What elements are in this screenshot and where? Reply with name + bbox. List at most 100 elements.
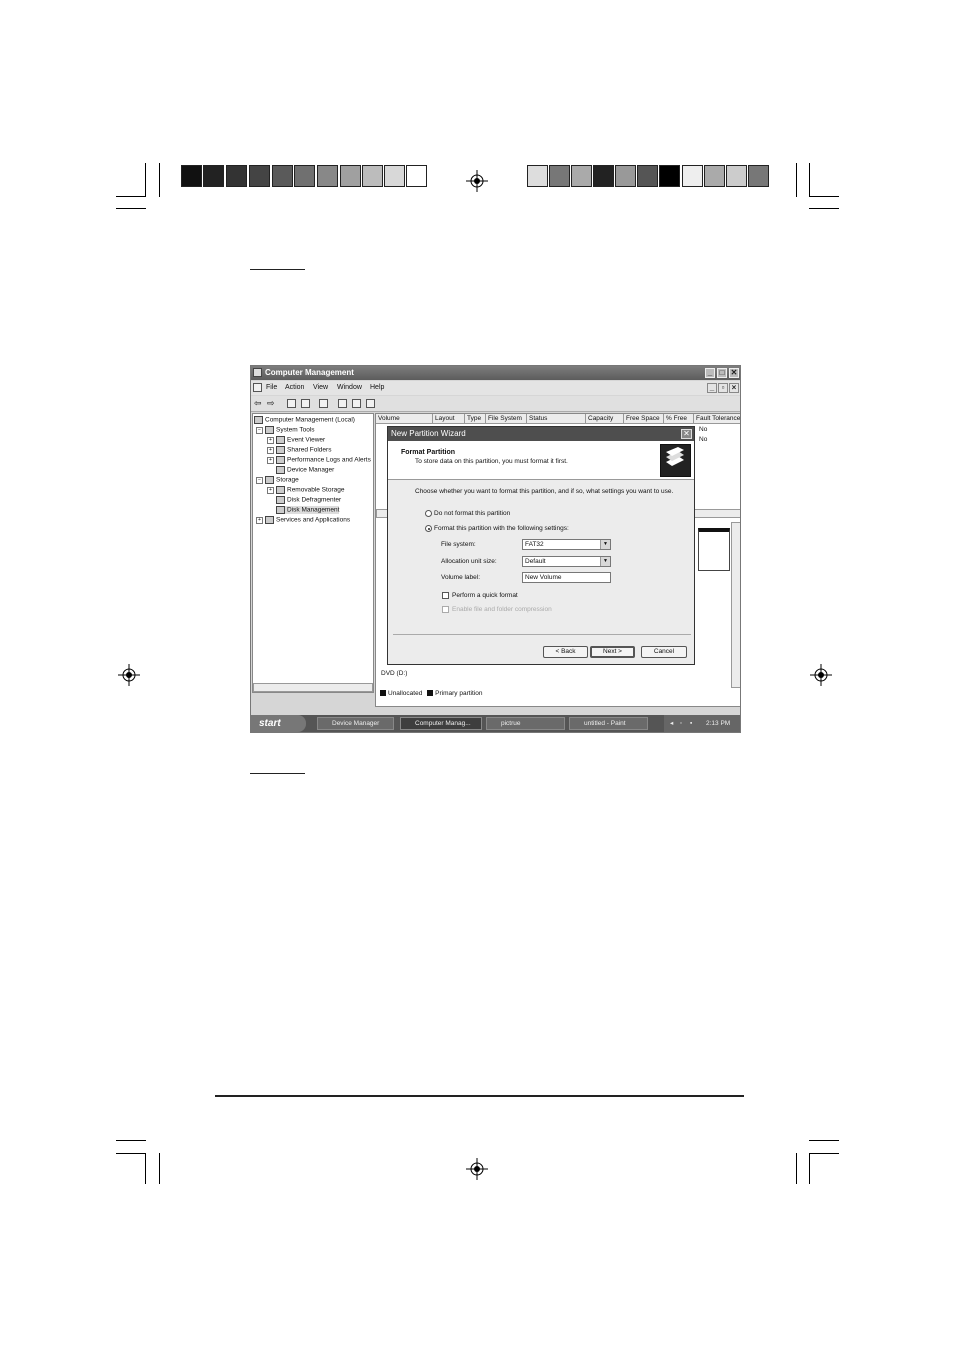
allocation-unit-select[interactable]: Default ▼ — [522, 556, 611, 567]
menu-file[interactable]: File — [266, 384, 277, 391]
minimize-button[interactable]: _ — [705, 368, 715, 378]
computer-management-screenshot: Computer Management _ □ ✕ File Action Vi… — [250, 365, 741, 733]
close-button[interactable]: ✕ — [729, 368, 739, 378]
child-minimize-button[interactable]: _ — [707, 383, 717, 393]
dialog-titlebar: New Partition Wizard ✕ — [388, 427, 694, 441]
allocation-unit-value: Default — [525, 558, 546, 565]
next-button[interactable]: Next > — [590, 646, 635, 658]
task-paint[interactable]: untitled - Paint — [569, 717, 648, 730]
child-restore-button[interactable]: ▫ — [718, 383, 728, 393]
task-computer-management[interactable]: Computer Manag... — [400, 717, 482, 730]
tray-app-icon[interactable]: ▪ — [690, 715, 692, 732]
show-hide-tree-icon[interactable] — [301, 399, 310, 408]
column-header-fault-tolerance[interactable]: Fault Tolerance — [694, 414, 740, 424]
export-icon[interactable] — [352, 399, 361, 408]
dialog-title: New Partition Wizard — [391, 429, 466, 438]
tree-item-storage[interactable]: Storage — [265, 476, 299, 484]
tree-item-performance-logs[interactable]: Performance Logs and Alerts — [276, 456, 371, 464]
refresh-icon[interactable] — [366, 399, 375, 408]
start-button[interactable]: start — [251, 715, 306, 732]
back-arrow-icon[interactable]: ⇦ — [254, 398, 262, 409]
legend-unallocated: Unallocated — [388, 690, 423, 697]
volume-icon[interactable]: ◂ — [670, 715, 673, 732]
tree-item-system-tools[interactable]: System Tools — [265, 426, 315, 434]
up-folder-icon[interactable] — [287, 399, 296, 408]
radio-format-partition-label: Format this partition with the following… — [434, 525, 569, 532]
collapse-toggle[interactable]: − — [256, 477, 263, 484]
column-header-status[interactable]: Status — [527, 414, 586, 424]
dialog-close-button[interactable]: ✕ — [681, 429, 692, 439]
menu-window[interactable]: Window — [337, 384, 362, 391]
column-header-free-space[interactable]: Free Space — [624, 414, 664, 424]
expand-toggle[interactable]: + — [256, 517, 263, 524]
back-button[interactable]: < Back — [543, 646, 588, 658]
file-system-select[interactable]: FAT32 ▼ — [522, 539, 611, 550]
device-manager-icon — [276, 466, 285, 474]
expand-toggle[interactable]: + — [267, 487, 274, 494]
dialog-separator — [393, 634, 691, 635]
properties-icon[interactable] — [319, 399, 328, 408]
toolbar: ⇦ ⇨ — [251, 396, 740, 412]
start-label: start — [259, 718, 281, 729]
app-menu-icon[interactable] — [253, 383, 262, 392]
heading-rule-bottom — [250, 773, 305, 774]
tree-item-event-viewer[interactable]: Event Viewer — [276, 436, 325, 444]
file-system-label: File system: — [441, 541, 476, 548]
tree-item-disk-management[interactable]: Disk Management — [276, 506, 340, 514]
collapse-toggle[interactable]: − — [256, 427, 263, 434]
tree-horizontal-scrollbar[interactable] — [253, 683, 373, 692]
tree-item-services-applications[interactable]: Services and Applications — [265, 516, 350, 524]
computer-management-icon — [253, 368, 262, 377]
cancel-button[interactable]: Cancel — [641, 646, 687, 658]
disk-vertical-scrollbar[interactable] — [731, 522, 740, 688]
dialog-heading: Format Partition — [401, 449, 456, 456]
column-header-file-system[interactable]: File System — [486, 414, 527, 424]
menu-bar: File Action View Window Help _ ▫ × — [251, 381, 740, 395]
disk-stack-icon — [660, 444, 691, 477]
radio-format-partition[interactable] — [425, 525, 432, 532]
disk-management-icon — [276, 506, 285, 514]
tree-item-removable-storage[interactable]: Removable Storage — [276, 486, 344, 494]
compression-checkbox — [442, 606, 449, 613]
forward-arrow-icon[interactable]: ⇨ — [267, 398, 275, 409]
volume-label-value: New Volume — [525, 574, 562, 581]
chevron-down-icon: ▼ — [600, 540, 610, 549]
chevron-down-icon: ▼ — [600, 557, 610, 566]
column-header-type[interactable]: Type — [465, 414, 486, 424]
maximize-button[interactable]: □ — [717, 368, 727, 378]
dialog-header: Format Partition To store data on this p… — [388, 441, 694, 480]
column-header-layout[interactable]: Layout — [433, 414, 465, 424]
tree-item-disk-defragmenter[interactable]: Disk Defragmenter — [276, 496, 341, 504]
taskbar: start Device Manager Computer Manag... p… — [251, 715, 740, 732]
column-header-percent-free[interactable]: % Free — [664, 414, 694, 424]
registration-mark-icon — [810, 664, 832, 686]
column-header-capacity[interactable]: Capacity — [586, 414, 624, 424]
volume-label-input[interactable]: New Volume — [522, 572, 611, 583]
clock: 2:13 PM — [706, 720, 731, 727]
radio-do-not-format[interactable] — [425, 510, 432, 517]
dialog-subheading: To store data on this partition, you mus… — [415, 458, 568, 465]
task-pictrue[interactable]: pictrue — [486, 717, 565, 730]
compression-label: Enable file and folder compression — [452, 606, 552, 613]
expand-toggle[interactable]: + — [267, 437, 274, 444]
tree-item-shared-folders[interactable]: Shared Folders — [276, 446, 331, 454]
partition-bar — [698, 528, 730, 571]
column-header-volume[interactable]: Volume — [376, 414, 433, 424]
network-icon[interactable]: ◦ — [680, 715, 682, 732]
tree-item-computer-management[interactable]: Computer Management (Local) — [254, 416, 355, 424]
tree-item-device-manager[interactable]: Device Manager — [276, 466, 334, 474]
expand-toggle[interactable]: + — [267, 457, 274, 464]
expand-toggle[interactable]: + — [267, 447, 274, 454]
services-icon — [265, 516, 274, 524]
task-device-manager[interactable]: Device Manager — [317, 717, 394, 730]
heading-rule-top — [250, 269, 305, 270]
child-close-button[interactable]: × — [729, 383, 739, 393]
removable-storage-icon — [276, 486, 285, 494]
menu-view[interactable]: View — [313, 384, 328, 391]
file-system-value: FAT32 — [525, 541, 544, 548]
quick-format-checkbox[interactable] — [442, 592, 449, 599]
menu-action[interactable]: Action — [285, 384, 304, 391]
help-icon[interactable] — [338, 399, 347, 408]
menu-help[interactable]: Help — [370, 384, 384, 391]
registration-mark-icon — [118, 664, 140, 686]
